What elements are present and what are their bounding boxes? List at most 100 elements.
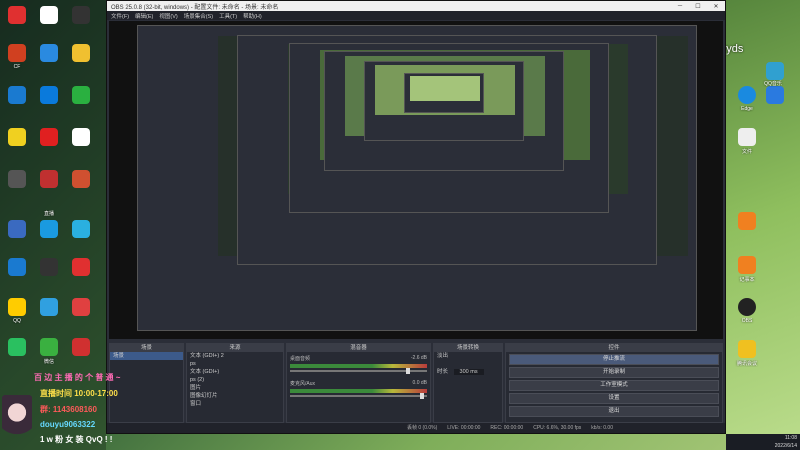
app-icon[interactable] bbox=[72, 170, 90, 188]
app-icon[interactable] bbox=[766, 86, 784, 104]
channel-db: -2.6 dB bbox=[410, 355, 427, 361]
close-icon[interactable]: ✕ bbox=[707, 3, 725, 10]
app-icon[interactable] bbox=[72, 258, 90, 276]
taskbar-date: 2022/6/14 bbox=[774, 443, 797, 449]
app-icon[interactable] bbox=[8, 44, 26, 62]
app-icon[interactable] bbox=[40, 258, 58, 276]
start-recording-button[interactable]: 开始录制 bbox=[509, 367, 719, 378]
qq-icon[interactable] bbox=[8, 298, 26, 316]
channel-db: 0.0 dB bbox=[412, 380, 427, 386]
app-icon[interactable] bbox=[72, 6, 90, 24]
controls-dock: 控件 停止推流 开始录制 工作室模式 设置 退出 bbox=[505, 343, 723, 423]
sources-dock: 来源 文本 (GDI+) 2 ps 文本 (GDI+) ps (2) 图片 图像… bbox=[186, 343, 284, 423]
preview-canvas[interactable] bbox=[109, 21, 723, 339]
taskbar-clock[interactable]: 11:08 2022/6/14 bbox=[726, 434, 800, 450]
overlay-line-1: 百 边 主 播 的 个 普 通 ~ bbox=[34, 373, 121, 382]
volume-slider[interactable] bbox=[290, 368, 427, 374]
overlay-line-3: 群: 1143608160 bbox=[40, 405, 97, 414]
obs-window: OBS 25.0.8 (32-bit, windows) - 配置文件: 未命名… bbox=[106, 0, 726, 434]
desktop-icon-label: 直播 bbox=[43, 211, 54, 217]
menu-file[interactable]: 文件(F) bbox=[111, 12, 129, 20]
menu-bar: 文件(F) 编辑(E) 视图(V) 场景集合(S) 工具(T) 帮助(H) bbox=[107, 11, 725, 20]
app-icon[interactable] bbox=[40, 220, 58, 238]
app-icon[interactable] bbox=[40, 6, 58, 24]
app-icon[interactable] bbox=[72, 128, 90, 146]
settings-button[interactable]: 设置 bbox=[509, 393, 719, 404]
source-item[interactable]: 图像幻灯片 bbox=[187, 392, 283, 400]
app-icon[interactable] bbox=[40, 128, 58, 146]
desktop-icon-label: 腾讯会议 bbox=[736, 361, 757, 367]
mixer-channel-mic: 麦克风/Aux 0.0 dB bbox=[290, 380, 427, 387]
app-icon[interactable] bbox=[8, 258, 26, 276]
transitions-dock-title: 场景转换 bbox=[434, 344, 502, 352]
menu-edit[interactable]: 编辑(E) bbox=[135, 12, 153, 20]
channel-name: 麦克风/Aux bbox=[290, 381, 316, 387]
source-item[interactable]: ps bbox=[187, 360, 283, 368]
desktop-icon-label: QQ音乐 bbox=[764, 81, 782, 87]
desktop-icon-label: CF bbox=[13, 64, 21, 70]
window-title: OBS 25.0.8 (32-bit, windows) - 配置文件: 未命名… bbox=[111, 4, 279, 11]
maximize-icon[interactable]: ☐ bbox=[689, 3, 707, 10]
desktop-icon-label: OBS bbox=[741, 318, 753, 324]
rec-timer: REC: 00:00:00 bbox=[490, 425, 524, 431]
controls-dock-title: 控件 bbox=[506, 344, 722, 352]
app-icon[interactable] bbox=[8, 128, 26, 146]
overlay-line-2: 直播时间 10:00-17:00 bbox=[40, 389, 118, 398]
edge-icon[interactable] bbox=[738, 86, 756, 104]
wechat-icon[interactable] bbox=[40, 338, 58, 356]
notepad-icon[interactable] bbox=[738, 256, 756, 274]
browser-icon[interactable] bbox=[40, 86, 58, 104]
overlay-line-5: 1 w 粉 女 装 QvQ ! ! bbox=[40, 435, 113, 444]
volume-meter bbox=[290, 389, 427, 393]
desktop-icon-label: Edge bbox=[741, 106, 753, 112]
app-icon[interactable] bbox=[72, 86, 90, 104]
transitions-dock: 场景转换 淡出 时长 300 ms bbox=[433, 343, 503, 423]
cpu-usage: CPU: 6.6%, 30.00 fps bbox=[533, 425, 582, 431]
nested-preview-6 bbox=[404, 73, 484, 113]
source-item[interactable]: 图片 bbox=[187, 384, 283, 392]
mixer-dock: 混音器 桌面音频 -2.6 dB 麦克风/Aux 0.0 dB bbox=[286, 343, 431, 423]
app-icon[interactable] bbox=[72, 220, 90, 238]
browser-icon[interactable] bbox=[8, 86, 26, 104]
file-icon[interactable] bbox=[738, 128, 756, 146]
menu-tools[interactable]: 工具(T) bbox=[219, 12, 237, 20]
source-item[interactable]: 文本 (GDI+) bbox=[187, 368, 283, 376]
app-icon[interactable] bbox=[8, 220, 26, 238]
bitrate: kb/s: 0.00 bbox=[591, 425, 613, 431]
volume-slider[interactable] bbox=[290, 393, 427, 399]
transition-duration: 时长 300 ms bbox=[434, 368, 502, 376]
app-icon[interactable] bbox=[40, 170, 58, 188]
studio-mode-button[interactable]: 工作室模式 bbox=[509, 380, 719, 391]
obs-icon[interactable] bbox=[738, 298, 756, 316]
source-item[interactable]: ps (2) bbox=[187, 376, 283, 384]
channel-name: 桌面音频 bbox=[290, 356, 311, 362]
app-icon[interactable] bbox=[72, 298, 90, 316]
menu-scene-collection[interactable]: 场景集合(S) bbox=[184, 12, 213, 20]
app-icon[interactable] bbox=[8, 338, 26, 356]
duration-input[interactable]: 300 ms bbox=[453, 369, 484, 375]
minimize-icon[interactable]: ─ bbox=[671, 3, 689, 10]
menu-help[interactable]: 帮助(H) bbox=[243, 12, 262, 20]
app-icon[interactable] bbox=[738, 212, 756, 230]
overlay-line-4: douyu9063322 bbox=[40, 420, 96, 429]
desktop-icon-label: QQ bbox=[13, 318, 21, 324]
app-icon[interactable] bbox=[72, 338, 90, 356]
source-item[interactable]: 窗口 bbox=[187, 400, 283, 408]
source-item[interactable]: 文本 (GDI+) 2 bbox=[187, 352, 283, 360]
slider-knob[interactable] bbox=[406, 368, 411, 374]
exit-button[interactable]: 退出 bbox=[509, 406, 719, 417]
slider-knob[interactable] bbox=[420, 393, 425, 399]
app-icon[interactable] bbox=[738, 340, 756, 358]
transition-type-select[interactable]: 淡出 bbox=[434, 352, 502, 360]
app-icon[interactable] bbox=[72, 44, 90, 62]
app-icon[interactable] bbox=[40, 298, 58, 316]
stop-streaming-button[interactable]: 停止推流 bbox=[509, 354, 719, 365]
menu-view[interactable]: 视图(V) bbox=[159, 12, 177, 20]
app-icon[interactable] bbox=[8, 170, 26, 188]
sources-dock-title: 来源 bbox=[187, 344, 283, 352]
app-icon[interactable] bbox=[40, 44, 58, 62]
duration-label: 时长 bbox=[437, 369, 449, 375]
desktop-icon-label: 文件 bbox=[741, 149, 752, 155]
app-icon[interactable] bbox=[766, 62, 784, 80]
app-icon[interactable] bbox=[8, 6, 26, 24]
